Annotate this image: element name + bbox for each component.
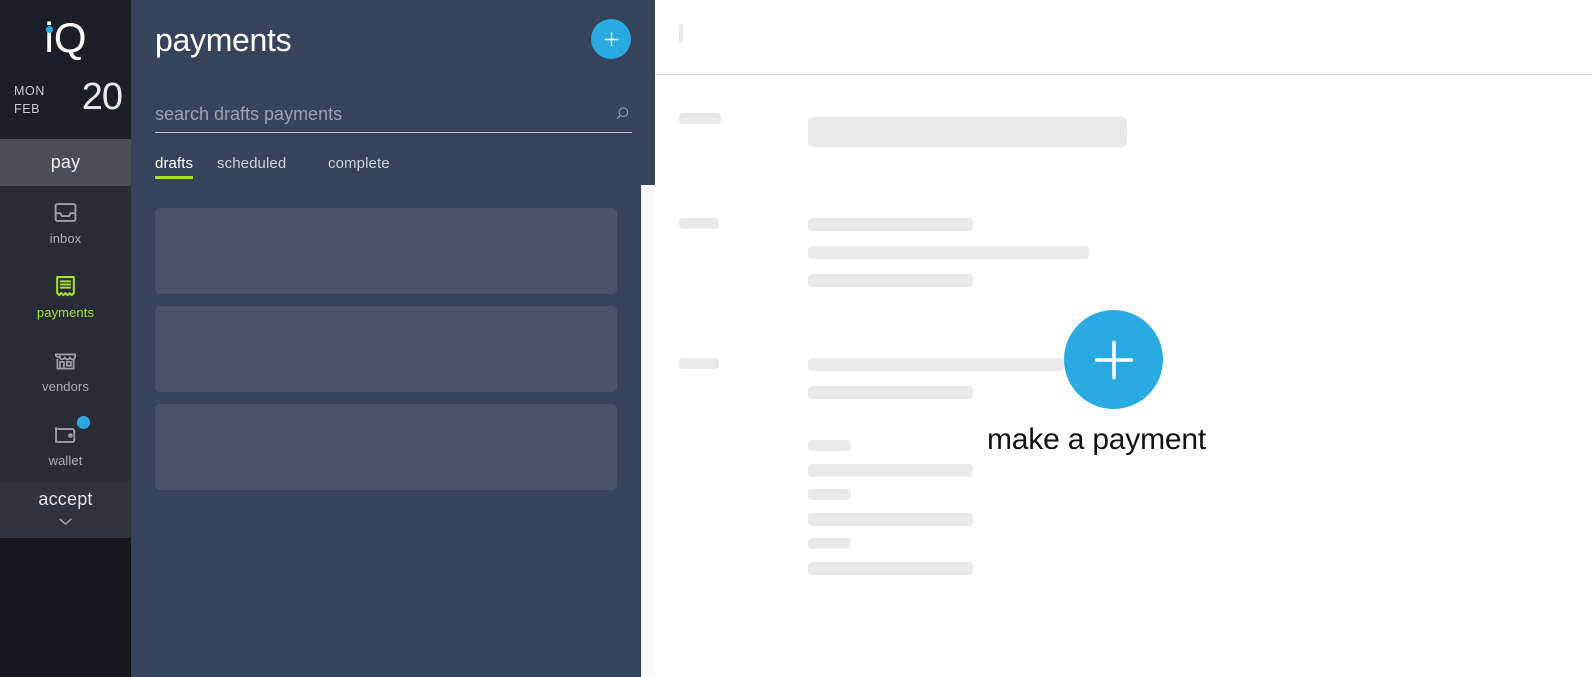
skeleton-bar bbox=[808, 562, 973, 575]
list-item[interactable] bbox=[155, 306, 617, 392]
storefront-icon bbox=[0, 345, 131, 375]
app-logo-text: iQ bbox=[44, 14, 87, 61]
search-icon[interactable] bbox=[612, 104, 632, 124]
date-display: MON FEB 20 bbox=[14, 76, 124, 128]
search-box bbox=[155, 99, 632, 133]
skeleton-bar bbox=[808, 440, 851, 451]
rail-tab-pay-label: pay bbox=[50, 152, 81, 172]
sidebar-item-payments[interactable]: payments bbox=[0, 260, 131, 334]
tab-scheduled-label: scheduled bbox=[217, 155, 287, 172]
wallet-notification-badge bbox=[77, 416, 90, 429]
tab-complete-label: complete bbox=[328, 155, 390, 172]
app-root: iQ MON FEB 20 pay inbox payments vendors… bbox=[0, 0, 1592, 677]
left-nav-rail: iQ MON FEB 20 pay inbox payments vendors… bbox=[0, 0, 131, 677]
skeleton-bar bbox=[808, 464, 973, 477]
sidebar-item-wallet-label: wallet bbox=[48, 453, 83, 468]
skeleton-bar bbox=[808, 218, 973, 231]
skeleton-bar bbox=[679, 113, 721, 124]
sidebar-item-vendors[interactable]: vendors bbox=[0, 334, 131, 408]
skeleton-bar bbox=[808, 246, 1089, 259]
skeleton-bar bbox=[808, 538, 851, 549]
make-payment-label[interactable]: make a payment bbox=[987, 423, 1206, 457]
rail-tab-pay[interactable]: pay bbox=[0, 139, 131, 186]
rail-tab-accept-label: accept bbox=[38, 489, 93, 509]
app-logo: iQ bbox=[0, 12, 131, 64]
rail-tab-accept[interactable]: accept bbox=[0, 481, 131, 538]
make-payment-fab[interactable] bbox=[1064, 310, 1163, 409]
sidebar-item-inbox-label: inbox bbox=[49, 231, 82, 246]
sidebar-item-wallet[interactable]: wallet bbox=[0, 408, 131, 482]
skeleton-bar bbox=[808, 358, 1064, 371]
brand-header: iQ MON FEB 20 bbox=[0, 0, 131, 139]
skeleton-bar bbox=[808, 117, 1127, 147]
wallet-icon bbox=[0, 419, 131, 449]
rail-nav-list: inbox payments vendors wallet bbox=[0, 186, 131, 481]
skeleton-bar bbox=[808, 513, 973, 526]
panel-gutter bbox=[641, 185, 655, 677]
tab-scheduled[interactable]: scheduled bbox=[217, 155, 286, 179]
chevron-down-icon bbox=[0, 517, 131, 526]
sidebar-item-inbox[interactable]: inbox bbox=[0, 186, 131, 260]
panel-gutter-divider bbox=[641, 185, 642, 677]
list-item[interactable] bbox=[155, 404, 617, 490]
payments-list bbox=[131, 185, 641, 677]
date-month: FEB bbox=[14, 102, 41, 116]
skeleton-bar bbox=[679, 218, 719, 229]
tab-drafts[interactable]: drafts bbox=[155, 155, 194, 179]
sidebar-item-payments-label: payments bbox=[36, 305, 95, 320]
skeleton-bar bbox=[679, 24, 683, 43]
skeleton-bar bbox=[808, 489, 851, 500]
search-input[interactable] bbox=[155, 99, 595, 130]
page-title: payments bbox=[155, 22, 292, 58]
skeleton-bar bbox=[808, 274, 973, 287]
list-item[interactable] bbox=[155, 208, 617, 294]
sidebar-item-vendors-label: vendors bbox=[42, 379, 89, 394]
date-day-of-week: MON bbox=[14, 84, 45, 98]
payments-panel-header: payments drafts scheduled com bbox=[131, 0, 655, 185]
date-day-number: 20 bbox=[81, 76, 123, 118]
skeleton-bar bbox=[808, 386, 973, 399]
tab-drafts-label: drafts bbox=[155, 155, 194, 172]
add-payment-button[interactable] bbox=[591, 19, 631, 59]
inbox-icon bbox=[0, 197, 131, 227]
detail-header bbox=[655, 0, 1592, 75]
app-logo-dot-icon bbox=[46, 26, 53, 33]
tab-complete[interactable]: complete bbox=[328, 155, 390, 179]
receipt-icon bbox=[0, 271, 131, 301]
skeleton-bar bbox=[679, 358, 719, 369]
